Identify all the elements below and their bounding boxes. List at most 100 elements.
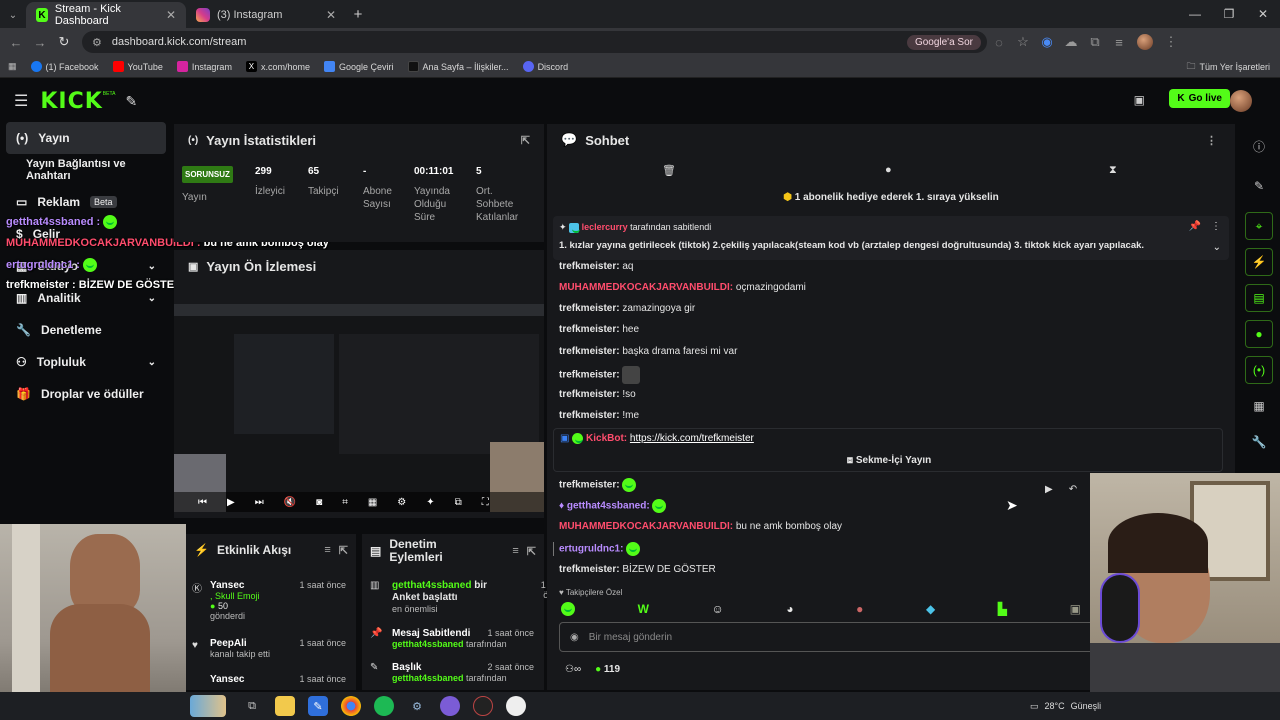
points-display[interactable]: ● 119: [595, 664, 620, 675]
app-icon[interactable]: ✎: [308, 696, 328, 716]
sidebar-item-stream[interactable]: (•) Yayın: [6, 122, 166, 154]
chat-username[interactable]: trefkmeister:: [559, 480, 620, 491]
bookmark-translate[interactable]: Google Çeviri: [323, 61, 394, 72]
gift-sub-banner[interactable]: ⬢ 1 abonelik hediye ederek 1. sıraya yük…: [547, 192, 1235, 203]
popout-icon[interactable]: ⇱: [339, 544, 348, 557]
mute-icon[interactable]: 🔇: [284, 497, 296, 508]
studio-icon[interactable]: ▣: [1134, 93, 1145, 107]
emote-icon[interactable]: [561, 602, 575, 616]
play-icon[interactable]: ▶: [227, 497, 235, 508]
emote-icon[interactable]: ☺: [711, 602, 723, 616]
app-icon[interactable]: [440, 696, 460, 716]
preview-video[interactable]: ⏮ ▶ ⏭ 🔇 ◙ ⌗ ▦ ⚙ ✦ ⧉ ⛶: [174, 304, 544, 512]
sidebar-item-stream-key[interactable]: Yayın Bağlantısı ve Anahtarı: [0, 154, 172, 186]
widgets-icon[interactable]: [190, 695, 226, 717]
pinned-menu-icon[interactable]: ⋮: [1211, 221, 1221, 232]
bookmark-facebook[interactable]: (1) Facebook: [30, 61, 99, 72]
site-info-icon[interactable]: ⚙: [92, 36, 102, 49]
filter-icon[interactable]: ≡: [512, 545, 518, 557]
frame-icon[interactable]: ▦: [368, 497, 377, 508]
new-tab-icon[interactable]: +: [346, 2, 370, 28]
profile-avatar[interactable]: [1137, 34, 1153, 50]
wrench-icon[interactable]: 🔧: [1245, 428, 1273, 456]
camera-icon[interactable]: ◙: [316, 497, 322, 508]
close-window-icon[interactable]: ✕: [1246, 0, 1280, 28]
chat-username[interactable]: trefkmeister:: [559, 324, 620, 335]
emote-icon[interactable]: ●: [856, 602, 863, 616]
target-icon[interactable]: ⌖: [1245, 212, 1273, 240]
document-icon[interactable]: ▤: [1245, 284, 1273, 312]
chat-bubble-icon[interactable]: ●: [885, 164, 892, 176]
next-icon[interactable]: ⏭: [255, 497, 264, 508]
bookmark-youtube[interactable]: YouTube: [112, 61, 163, 72]
chat-username[interactable]: trefkmeister:: [559, 261, 620, 272]
bookmark-discord[interactable]: Discord: [522, 61, 568, 72]
minimize-icon[interactable]: —: [1178, 0, 1212, 28]
file-explorer-icon[interactable]: [275, 696, 295, 716]
chrome-icon[interactable]: [341, 696, 361, 716]
emote-icon[interactable]: ▣: [1070, 602, 1081, 616]
fullscreen-icon[interactable]: ⛶: [482, 497, 489, 508]
layout-icon[interactable]: ▦: [1245, 392, 1273, 420]
popout-icon[interactable]: ⇱: [521, 134, 530, 147]
hourglass-icon[interactable]: ⧗: [1109, 164, 1117, 177]
app-icon[interactable]: ⚙: [407, 696, 427, 716]
ask-google-button[interactable]: Google'a Sor: [906, 34, 981, 50]
chat-username[interactable]: ertugruldnc1:: [559, 544, 623, 555]
bookmark-homepage[interactable]: Ana Sayfa – İlişkiler...: [407, 61, 509, 72]
tab-search-icon[interactable]: ⌄: [0, 2, 26, 28]
info-icon[interactable]: ⓘ: [1245, 132, 1273, 160]
close-tab-icon[interactable]: ✕: [326, 8, 336, 22]
w-emote-icon[interactable]: W: [638, 602, 649, 616]
edit-icon[interactable]: ✎: [1245, 172, 1273, 200]
chat-username[interactable]: trefkmeister:: [559, 346, 620, 357]
task-view-icon[interactable]: ⧉: [242, 696, 262, 716]
users-icon[interactable]: ⚇∞: [565, 664, 581, 675]
sparkle-icon[interactable]: ✦: [426, 497, 434, 508]
chat-link[interactable]: https://kick.com/trefkmeister: [630, 433, 754, 444]
chat-username[interactable]: trefkmeister:: [559, 370, 620, 381]
extension-icon[interactable]: ◉: [1035, 34, 1059, 50]
sidebar-item-moderation[interactable]: 🔧 Denetleme: [0, 314, 172, 346]
apps-grid-icon[interactable]: ▦: [8, 61, 17, 72]
app-icon[interactable]: [473, 696, 493, 716]
chat-username[interactable]: MUHAMMEDKOCAKJARVANBUILDI:: [559, 282, 733, 293]
prev-icon[interactable]: ⏮: [198, 497, 207, 508]
popout-icon[interactable]: ⇱: [527, 545, 536, 558]
extension-icon[interactable]: ☁: [1059, 34, 1083, 50]
chat-username[interactable]: getthat4ssbaned:: [567, 501, 650, 512]
chat-username[interactable]: trefkmeister:: [559, 303, 620, 314]
user-avatar[interactable]: [1230, 90, 1252, 112]
tab-kick-dashboard[interactable]: K Stream - Kick Dashboard ✕: [26, 2, 186, 28]
close-tab-icon[interactable]: ✕: [166, 8, 176, 22]
undo-icon[interactable]: ↶: [1069, 484, 1077, 495]
menu-kebab-icon[interactable]: ⋮: [1159, 34, 1183, 50]
bookmark-x[interactable]: Xx.com/home: [245, 61, 310, 72]
sidebar-item-community[interactable]: ⚇ Topluluk ⌄: [0, 346, 172, 378]
trash-icon[interactable]: 🗑: [662, 164, 676, 177]
hamburger-menu-icon[interactable]: ☰: [14, 91, 28, 111]
spotify-icon[interactable]: [374, 696, 394, 716]
pip-icon[interactable]: ⧉: [455, 497, 462, 508]
star-icon[interactable]: ☆: [1011, 34, 1035, 50]
filter-icon[interactable]: ≡: [324, 544, 330, 556]
back-icon[interactable]: ←: [4, 35, 28, 50]
chat-username[interactable]: trefkmeister:: [559, 389, 620, 400]
chat-username[interactable]: MUHAMMEDKOCAKJARVANBUILDI:: [559, 521, 733, 532]
extensions-puzzle-icon[interactable]: ⧉: [1083, 34, 1107, 50]
address-bar[interactable]: ⚙ dashboard.kick.com/stream Google'a Sor: [82, 31, 987, 53]
reload-icon[interactable]: ↻: [52, 34, 76, 50]
kick-logo[interactable]: KICK: [40, 89, 102, 114]
inner-stream-button[interactable]: ⧈ Sekme-İçi Yayın: [554, 455, 1224, 466]
chat-menu-icon[interactable]: ⋮: [1206, 134, 1217, 147]
restore-icon[interactable]: ❐: [1212, 0, 1246, 28]
emote-icon[interactable]: ◕: [786, 602, 793, 616]
broadcast-icon[interactable]: (•): [1245, 356, 1273, 384]
lightning-icon[interactable]: ⚡: [1245, 248, 1273, 276]
sidebar-item-drops[interactable]: 🎁 Droplar ve ödüller: [0, 378, 172, 410]
chevron-down-icon[interactable]: ⌄: [1213, 242, 1221, 253]
bookmark-instagram[interactable]: Instagram: [176, 61, 232, 72]
unpin-icon[interactable]: 📌: [1189, 221, 1201, 232]
emote-icon[interactable]: ◆: [926, 602, 935, 616]
go-live-button[interactable]: K Go live: [1169, 89, 1230, 108]
